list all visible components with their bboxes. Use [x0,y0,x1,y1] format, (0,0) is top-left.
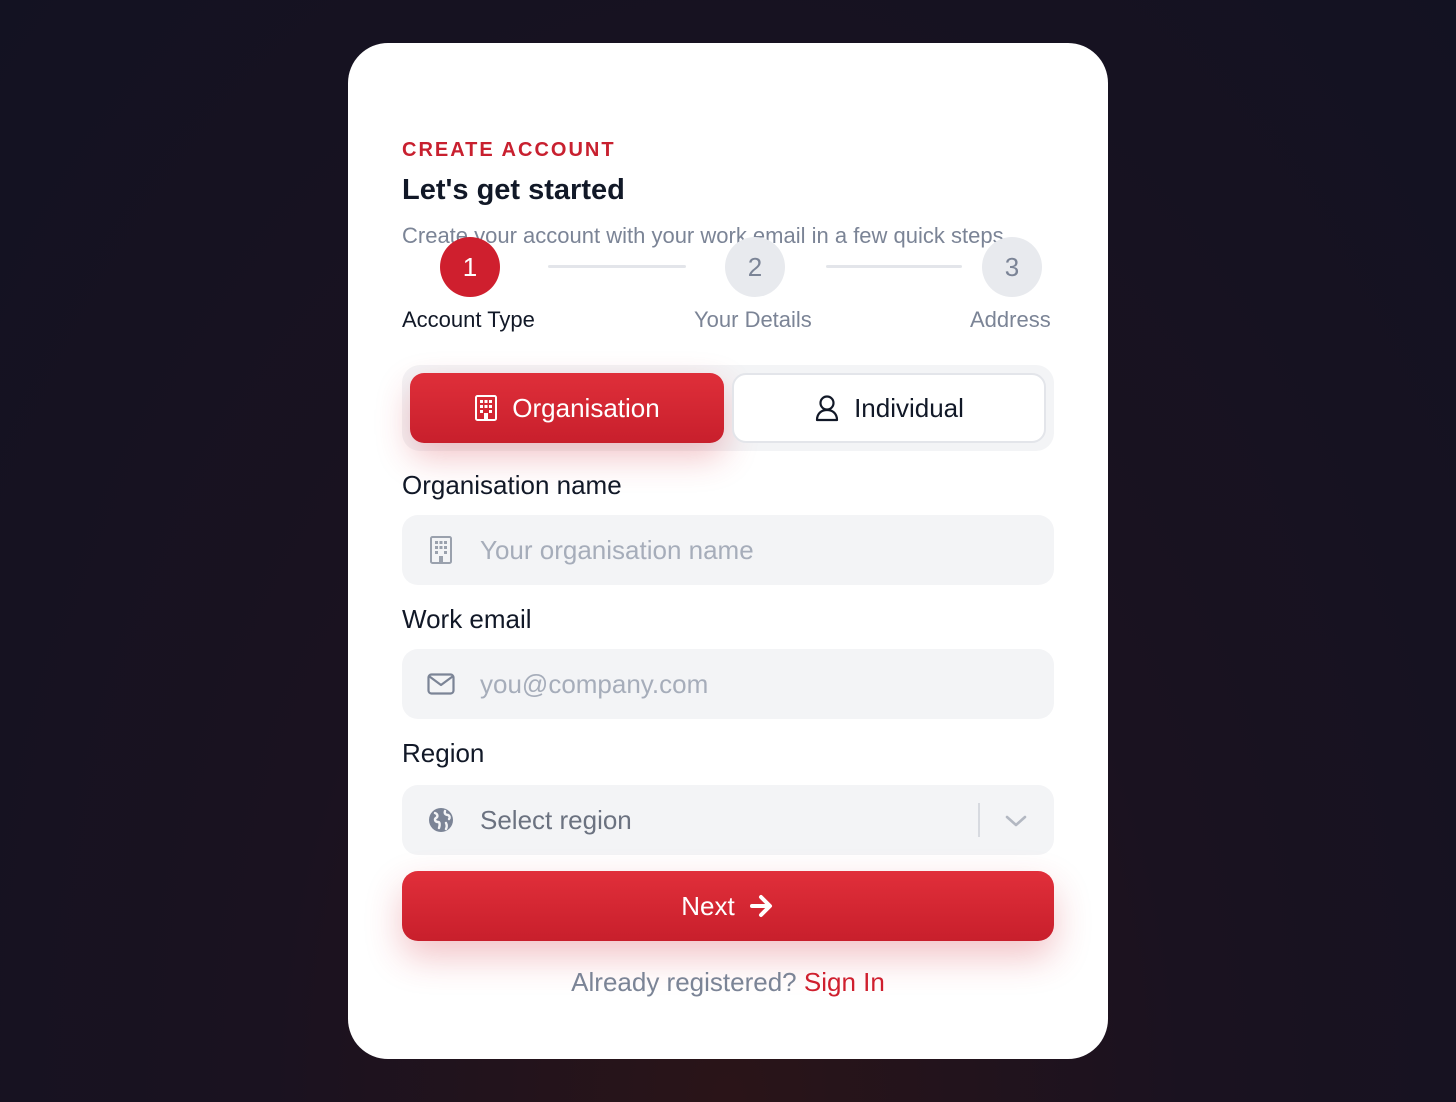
region-label: Region [402,738,485,768]
signup-card: CREATE ACCOUNT Let's get started Create … [348,43,1108,1059]
step-2-label: Your Details [694,307,812,332]
org-name-input[interactable]: Your organisation name [402,515,1054,585]
sign-in-link[interactable]: Sign In [804,967,885,997]
arrow-right-icon [749,894,775,918]
mail-icon [426,669,456,699]
email-input[interactable]: you@company.com [402,649,1054,719]
signin-prompt: Already registered? Sign In [348,967,1108,998]
email-label: Work email [402,604,532,634]
step-2-circle: 2 [725,237,785,297]
step-connector [826,265,962,268]
globe-icon [426,805,456,835]
select-divider [978,803,980,837]
account-type-toggle: Organisation Individual [402,365,1054,451]
organisation-option[interactable]: Organisation [410,373,724,443]
step-1-label: Account Type [402,307,535,332]
individual-option[interactable]: Individual [732,373,1046,443]
email-placeholder: you@company.com [480,668,709,699]
step-3-label: Address [970,307,1051,332]
eyebrow-label: CREATE ACCOUNT [402,139,616,161]
step-connector [548,265,686,268]
org-name-placeholder: Your organisation name [480,534,754,565]
chevron-down-icon[interactable] [1002,807,1030,835]
building-icon [426,535,456,565]
user-icon [814,394,840,422]
step-3-circle: 3 [982,237,1042,297]
organisation-option-label: Organisation [512,392,660,423]
region-select[interactable]: Select region [402,785,1054,855]
building-icon [474,395,498,421]
step-1-circle: 1 [440,237,500,297]
signin-prompt-text: Already registered? [571,967,797,997]
page-title: Let's get started [402,174,625,206]
page-subtitle: Create your account with your work email… [402,223,1010,248]
next-button-label: Next [681,890,735,921]
individual-option-label: Individual [854,392,964,423]
org-name-label: Organisation name [402,470,622,500]
region-value: Select region [480,804,632,835]
next-button[interactable]: Next [402,871,1054,941]
